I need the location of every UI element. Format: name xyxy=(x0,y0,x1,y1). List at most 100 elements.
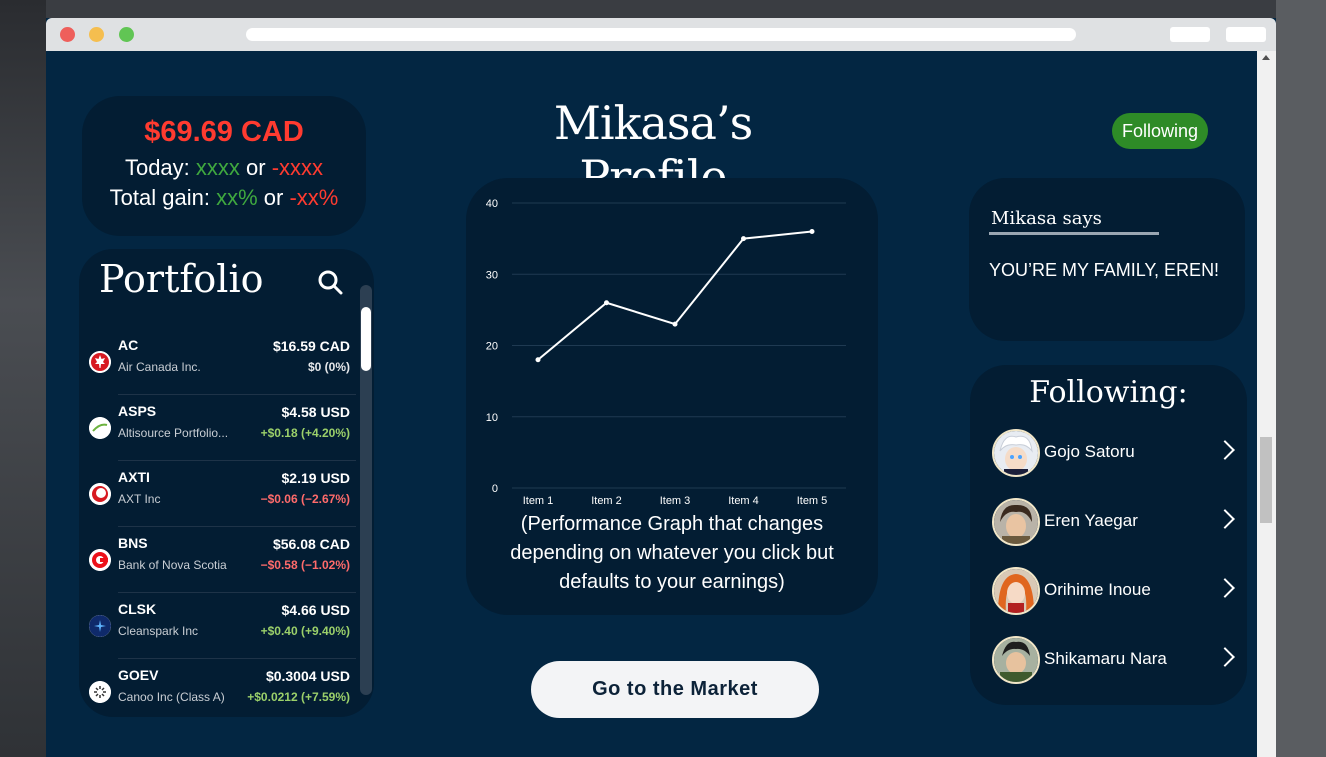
stock-row[interactable]: CLSK Cleanspark Inc $4.66 USD +$0.40 (+9… xyxy=(86,593,356,659)
performance-line-chart: 0 10 20 30 40 Item 1 Item 2 Item 3 Item 4 Item 5 xyxy=(486,198,846,507)
chart-caption: (Performance Graph that changes dependin… xyxy=(510,513,834,593)
page-scrollbar[interactable] xyxy=(1257,51,1276,757)
stock-symbol: AC xyxy=(118,337,139,353)
total-label: Total gain: xyxy=(109,185,210,210)
scroll-up-arrow-icon[interactable] xyxy=(1262,55,1270,60)
altisource-logo-icon xyxy=(89,417,111,439)
stock-price: $4.58 USD xyxy=(281,404,350,420)
total-gain-negative: -xx% xyxy=(289,185,339,210)
stock-change: +$0.0212 (+7.59%) xyxy=(247,690,350,704)
data-point xyxy=(741,236,746,242)
series-line xyxy=(537,230,813,361)
today-loss: -xxxx xyxy=(271,155,324,180)
stock-price: $4.66 USD xyxy=(281,602,350,618)
data-point xyxy=(672,321,678,327)
stock-change: +$0.18 (+4.20%) xyxy=(260,426,350,440)
chevron-right-icon[interactable] xyxy=(1215,440,1235,460)
portfolio-scrollbar-thumb[interactable] xyxy=(361,307,371,371)
performance-chart-card[interactable]: 0 10 20 30 40 Item 1 Item 2 Item 3 Item 4 Item 5 … xyxy=(466,178,878,615)
stock-name: AXT Inc xyxy=(118,492,161,506)
toolbar-button[interactable] xyxy=(1226,27,1266,42)
maximize-window-button[interactable] xyxy=(119,27,134,42)
stock-symbol: CLSK xyxy=(118,601,157,617)
x-tick-label: Item 1 xyxy=(523,495,554,507)
stock-price: $0.3004 USD xyxy=(265,668,350,684)
following-item[interactable]: Shikamaru Nara xyxy=(992,636,1235,688)
following-name: Eren Yaegar xyxy=(1044,511,1138,530)
status-quote: YOU’RE MY FAMILY, EREN! xyxy=(989,260,1220,280)
desktop-background xyxy=(0,0,46,757)
portfolio-scrollbar[interactable] xyxy=(360,285,372,695)
stock-symbol: GOEV xyxy=(118,667,159,683)
stock-row[interactable]: AXTI AXT Inc $2.19 USD −$0.06 (−2.67%) xyxy=(86,461,356,527)
search-icon[interactable] xyxy=(317,269,343,295)
stock-row[interactable]: AC Air Canada Inc. $16.59 CAD $0 (0%) xyxy=(86,329,356,395)
close-window-button[interactable] xyxy=(60,27,75,42)
canoo-logo-icon xyxy=(89,681,111,703)
stock-row[interactable]: GOEV Canoo Inc (Class A) $0.3004 USD +$0… xyxy=(86,659,356,717)
address-bar[interactable] xyxy=(246,28,1076,41)
today-gain: xxxx xyxy=(195,155,240,180)
stock-row[interactable]: ASPS Altisource Portfolio... $4.58 USD +… xyxy=(86,395,356,461)
portfolio-title: Portfolio xyxy=(99,257,264,301)
avatar xyxy=(992,636,1040,684)
x-tick-label: Item 3 xyxy=(660,495,691,507)
following-item[interactable]: Eren Yaegar xyxy=(992,498,1235,550)
stock-price: $16.59 CAD xyxy=(272,338,350,354)
stock-name: Bank of Nova Scotia xyxy=(118,558,227,572)
axt-logo-icon xyxy=(89,483,111,505)
following-name: Shikamaru Nara xyxy=(1044,649,1167,668)
balance-amount: $69.69 CAD xyxy=(144,116,304,148)
y-tick-label: 20 xyxy=(486,341,498,353)
avatar xyxy=(992,498,1040,546)
balance-card: $69.69 CAD Today: xxxx or -xxxx Total ga… xyxy=(82,96,366,236)
today-label: Today: xyxy=(124,155,190,180)
status-header: Mikasa says xyxy=(991,208,1102,229)
total-gain-positive: xx% xyxy=(216,185,258,210)
chevron-right-icon[interactable] xyxy=(1215,509,1235,529)
stock-change: $0 (0%) xyxy=(307,360,350,374)
avatar xyxy=(992,429,1040,477)
y-tick-label: 10 xyxy=(486,412,498,424)
y-tick-label: 30 xyxy=(486,269,498,281)
minimize-window-button[interactable] xyxy=(89,27,104,42)
scotiabank-logo-icon xyxy=(89,549,111,571)
stock-row[interactable]: BNS Bank of Nova Scotia $56.08 CAD −$0.5… xyxy=(86,527,356,593)
stock-price: $56.08 CAD xyxy=(272,536,350,552)
stock-symbol: BNS xyxy=(118,535,148,551)
data-point xyxy=(604,300,609,306)
total-gain: Total gain: xx% or -xx% xyxy=(82,185,366,211)
data-point xyxy=(535,357,541,363)
chevron-right-icon[interactable] xyxy=(1215,578,1235,598)
following-title: Following: xyxy=(1029,375,1188,410)
following-item[interactable]: Gojo Satoru xyxy=(992,429,1235,481)
y-tick-label: 40 xyxy=(486,198,498,210)
go-to-market-button[interactable]: Go to the Market xyxy=(531,661,819,718)
stock-change: −$0.58 (−1.02%) xyxy=(260,558,350,572)
stock-change: +$0.40 (+9.40%) xyxy=(260,624,350,638)
x-tick-label: Item 5 xyxy=(797,495,828,507)
browser-titlebar xyxy=(46,18,1276,51)
y-tick-label: 0 xyxy=(492,483,498,495)
stock-symbol: ASPS xyxy=(118,403,157,419)
following-name: Orihime Inoue xyxy=(1044,580,1151,599)
chevron-right-icon[interactable] xyxy=(1215,647,1235,667)
stock-name: Altisource Portfolio... xyxy=(118,426,229,440)
portfolio-card: Portfolio AC Air Canada Inc. $16.59 CAD … xyxy=(79,249,374,717)
following-button[interactable]: Following xyxy=(1112,113,1208,149)
desktop-background-right xyxy=(1276,0,1326,757)
status-card: Mikasa says YOU’RE MY FAMILY, EREN! xyxy=(969,178,1245,341)
stock-price: $2.19 USD xyxy=(281,470,350,486)
toolbar-button[interactable] xyxy=(1170,27,1210,42)
following-name: Gojo Satoru xyxy=(1044,442,1135,461)
browser-window: $69.69 CAD Today: xxxx or -xxxx Total ga… xyxy=(46,18,1276,757)
scrollbar-thumb[interactable] xyxy=(1260,437,1272,523)
following-card: Following: Gojo Satoru Eren Yaegar Orihi… xyxy=(970,365,1247,705)
following-item[interactable]: Orihime Inoue xyxy=(992,567,1235,619)
stock-change: −$0.06 (−2.67%) xyxy=(260,492,350,506)
avatar xyxy=(992,567,1040,615)
stock-symbol: AXTI xyxy=(118,469,150,485)
header-underline xyxy=(989,232,1159,235)
stock-name: Canoo Inc (Class A) xyxy=(118,690,225,704)
maple-leaf-logo-icon xyxy=(89,351,111,373)
